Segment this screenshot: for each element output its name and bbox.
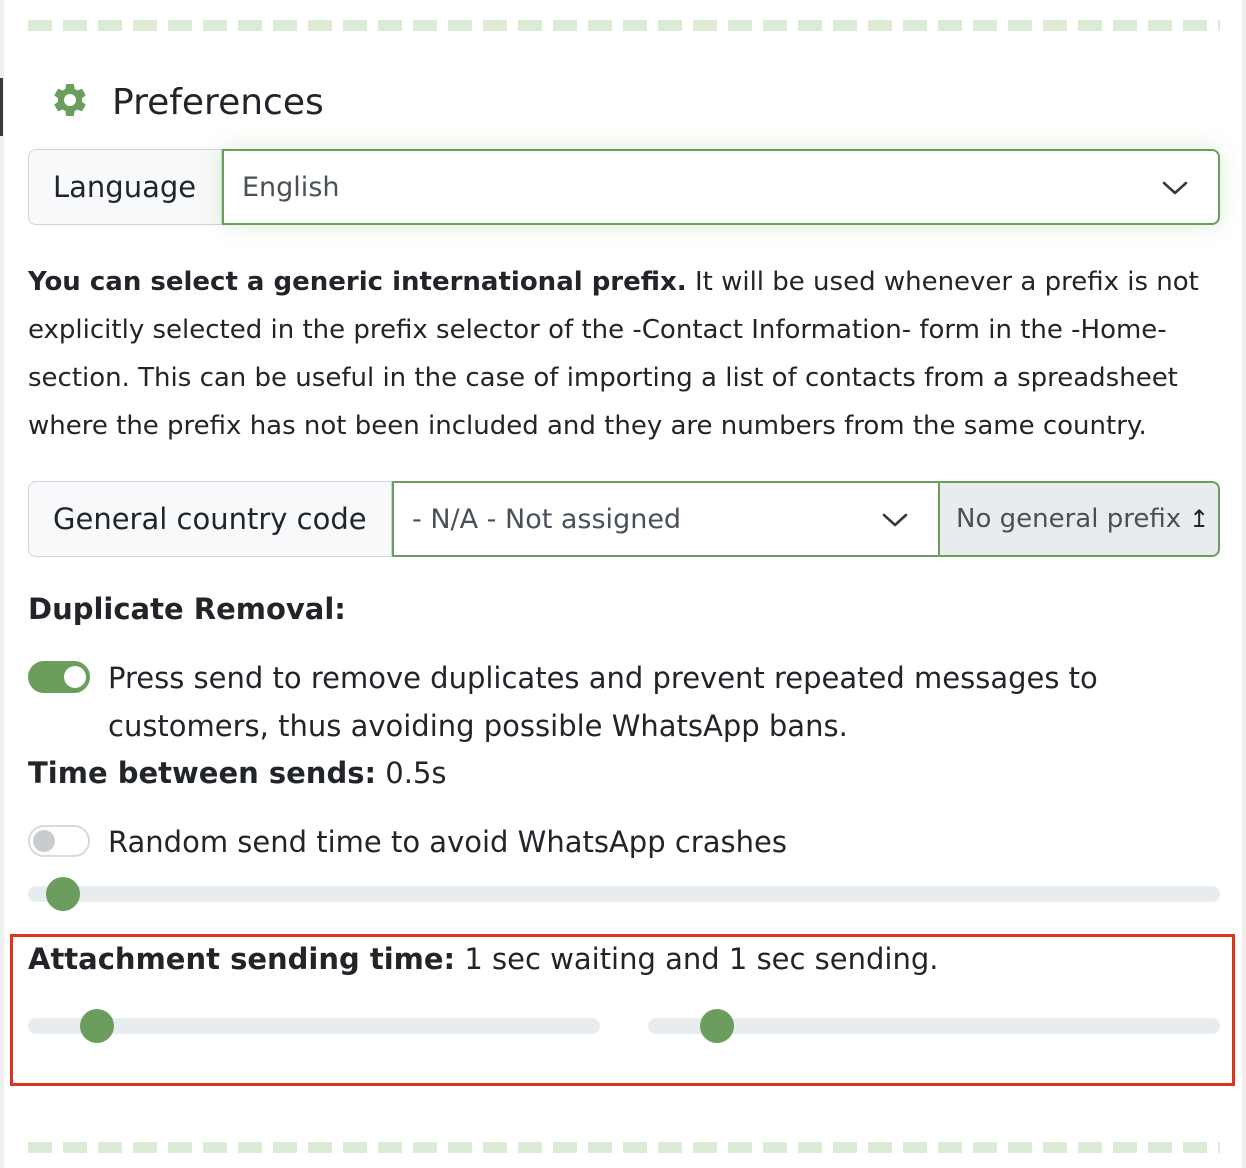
time-between-sends-value: 0.5s: [376, 756, 447, 790]
top-dashed-border: [28, 20, 1220, 31]
prefix-description: You can select a generic international p…: [28, 258, 1220, 450]
toggle-knob: [64, 666, 86, 688]
country-code-group: General country code - N/A - Not assigne…: [28, 481, 1220, 557]
chevron-down-icon: [1162, 172, 1188, 203]
toggle-knob: [33, 830, 55, 852]
time-between-sends-label: Time between sends:: [28, 756, 377, 790]
random-send-time-text: Random send time to avoid WhatsApp crash…: [108, 825, 787, 859]
prefix-description-bold: You can select a generic international p…: [28, 267, 687, 297]
no-general-prefix-label: No general prefix: [956, 504, 1182, 534]
language-label: Language: [28, 149, 222, 225]
window-edge-right: [1242, 0, 1246, 1168]
language-group: Language English: [28, 149, 1220, 225]
arrow-up-icon: ↥: [1189, 505, 1210, 533]
no-general-prefix-button[interactable]: No general prefix ↥: [940, 481, 1220, 557]
attachment-waiting-slider[interactable]: [28, 1009, 600, 1043]
slider-thumb[interactable]: [45, 877, 80, 911]
random-send-time-toggle[interactable]: [28, 825, 90, 857]
attachment-sending-time-label: Attachment sending time:: [28, 942, 456, 976]
language-select[interactable]: English: [222, 149, 1220, 225]
attachment-sending-time-value: 1 sec waiting and 1 sec sending.: [455, 942, 939, 976]
country-code-selected-value: - N/A - Not assigned: [412, 503, 682, 535]
country-code-select[interactable]: - N/A - Not assigned: [392, 481, 940, 557]
duplicate-removal-heading: Duplicate Removal:: [28, 592, 346, 626]
slider-thumb[interactable]: [79, 1009, 114, 1043]
window-edge-left: [0, 0, 4, 1168]
language-selected-value: English: [242, 171, 340, 203]
country-code-label: General country code: [28, 481, 392, 557]
attachment-sending-slider[interactable]: [648, 1009, 1220, 1043]
time-between-sends: Time between sends: 0.5s: [28, 756, 447, 790]
gear-icon: [50, 80, 90, 124]
preferences-header: Preferences: [50, 78, 324, 126]
chevron-down-icon: [882, 504, 908, 535]
time-between-sends-slider[interactable]: [28, 877, 1220, 911]
window-edge-marker: [0, 78, 3, 136]
slider-thumb[interactable]: [699, 1009, 734, 1043]
duplicate-removal-text: Press send to remove duplicates and prev…: [108, 661, 1098, 743]
bottom-dashed-border: [28, 1142, 1220, 1153]
page-title: Preferences: [112, 81, 324, 123]
attachment-sending-time: Attachment sending time: 1 sec waiting a…: [28, 942, 938, 976]
duplicate-removal-toggle[interactable]: [28, 661, 90, 693]
